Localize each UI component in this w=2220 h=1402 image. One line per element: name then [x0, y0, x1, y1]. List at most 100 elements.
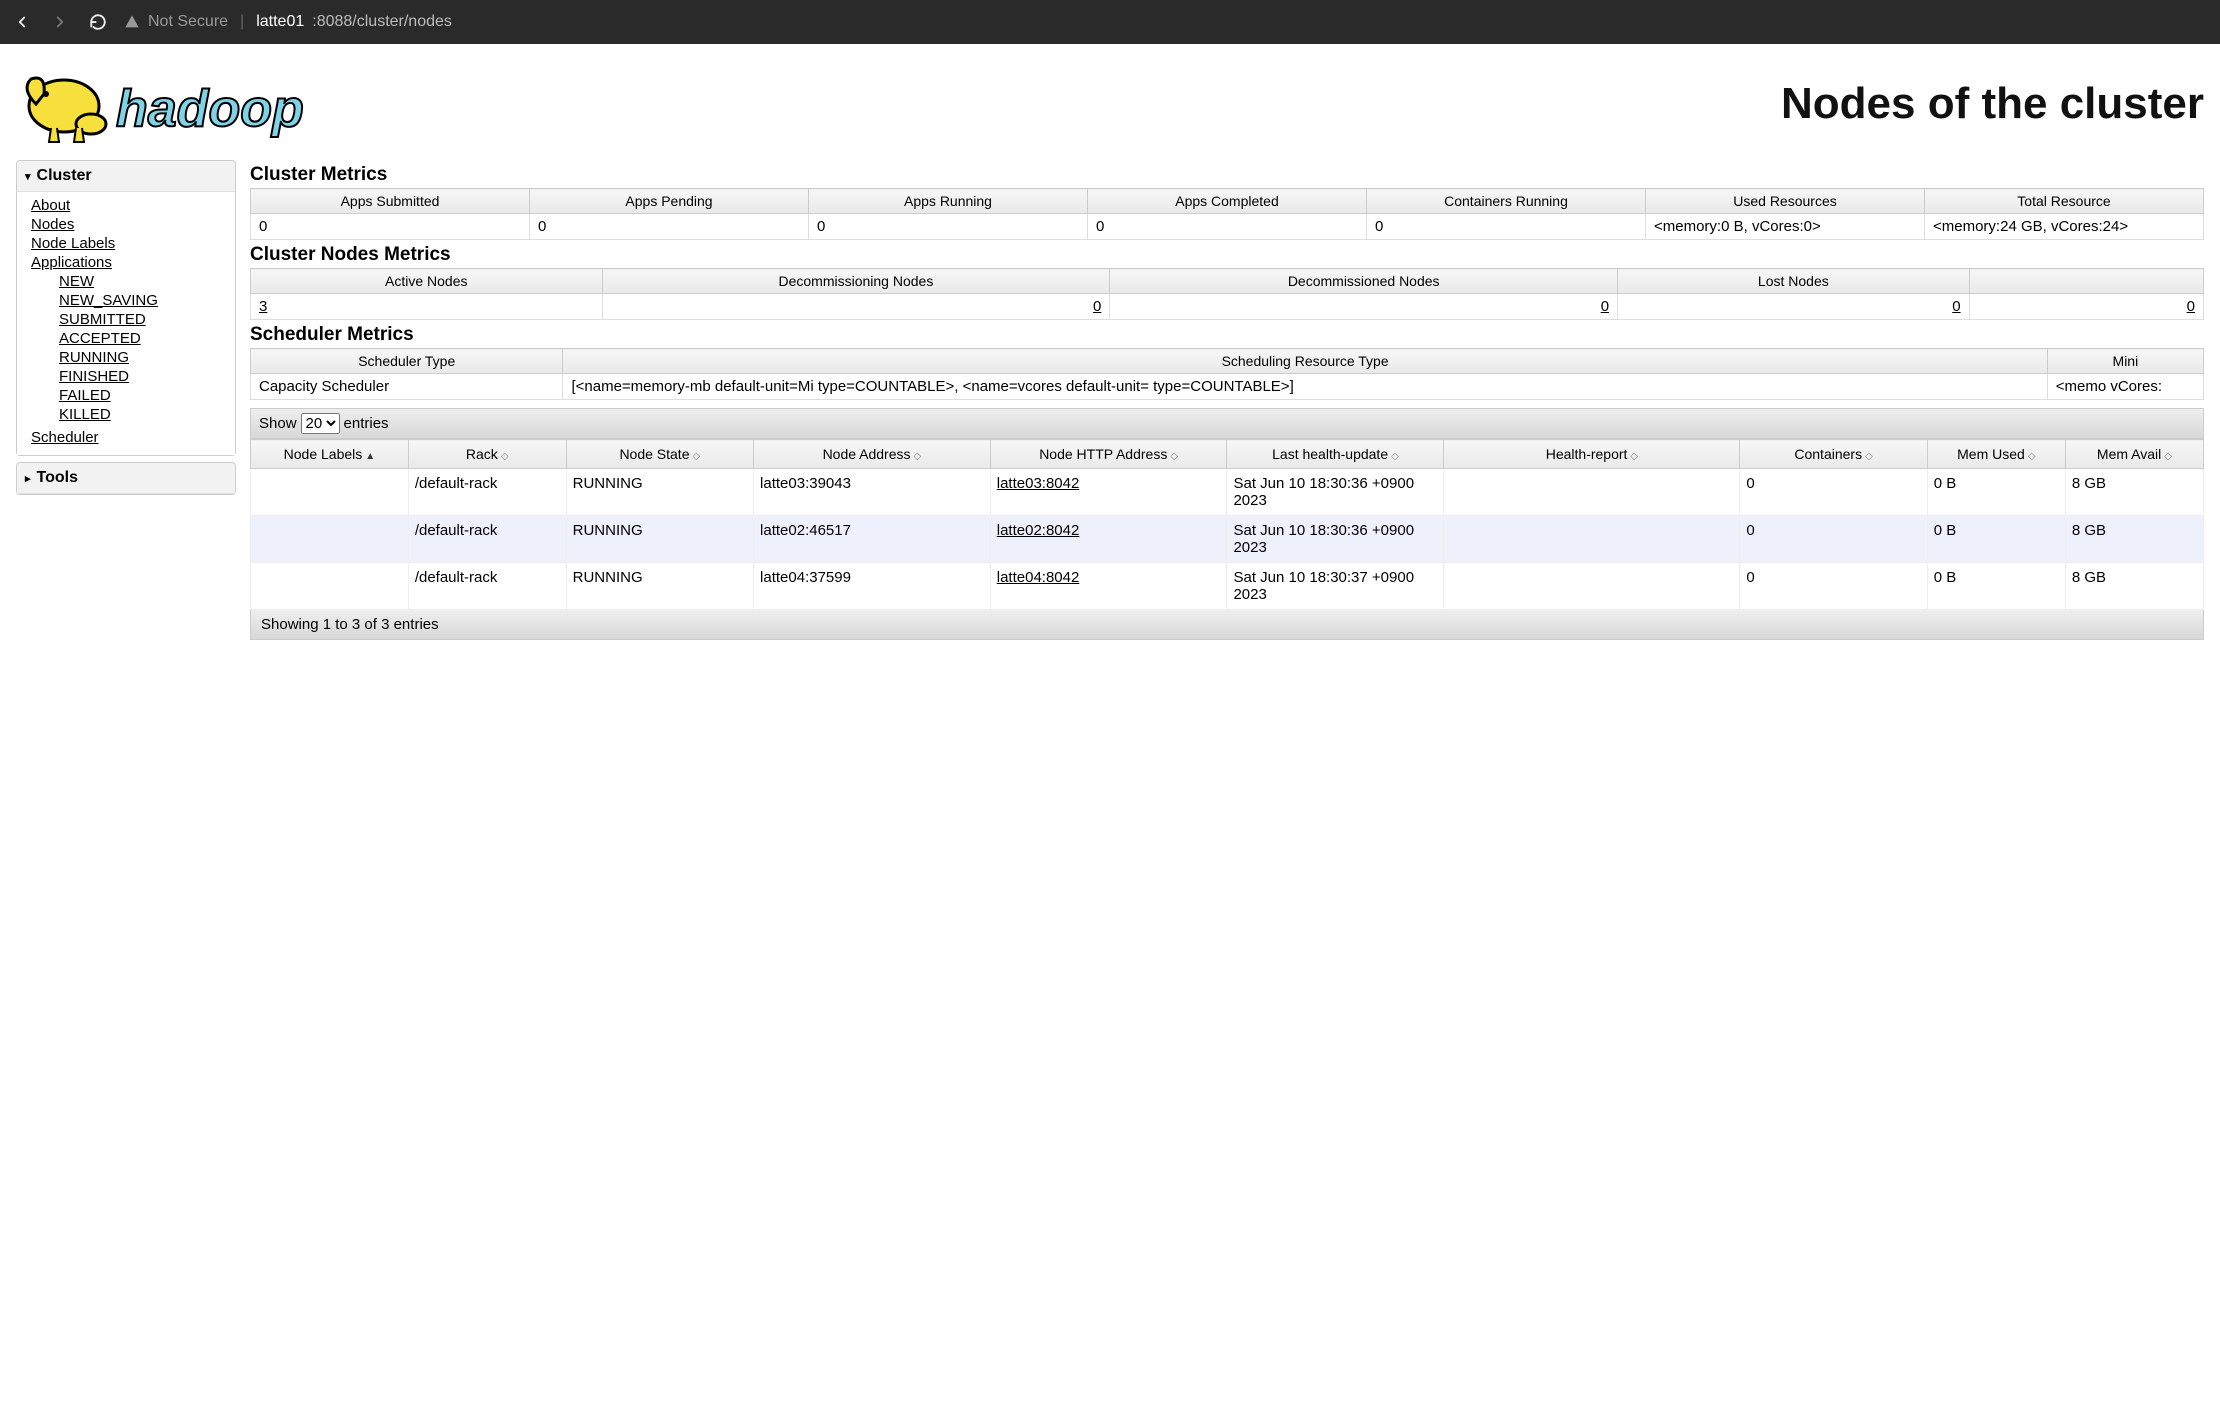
forward-button[interactable] [48, 10, 72, 34]
th-health-report[interactable]: Health-report◇ [1444, 440, 1740, 469]
caret-right-icon [25, 469, 31, 487]
table-row: /default-rackRUNNINGlatte02:46517latte02… [251, 516, 2204, 563]
blank-nodes-link[interactable]: 0 [2187, 298, 2195, 315]
sidebar-link-appstate[interactable]: KILLED [59, 405, 235, 424]
th-node-state[interactable]: Node State◇ [566, 440, 753, 469]
td-http: latte02:8042 [990, 516, 1227, 563]
td-mem-used: 0 B [1927, 563, 2065, 610]
back-button[interactable] [10, 10, 34, 34]
svg-text:hadoop: hadoop [116, 80, 304, 138]
decommissioning-link[interactable]: 0 [1093, 298, 1101, 315]
sidebar-link-appstate[interactable]: FAILED [59, 386, 235, 405]
active-nodes-link[interactable]: 3 [259, 298, 267, 315]
th-last-health[interactable]: Last health-update◇ [1227, 440, 1444, 469]
td-report [1444, 563, 1740, 610]
th-rack[interactable]: Rack◇ [408, 440, 566, 469]
reload-button[interactable] [86, 10, 110, 34]
lost-nodes-link[interactable]: 0 [1952, 298, 1960, 315]
browser-bar: Not Secure | latte01:8088/cluster/nodes [0, 0, 2220, 44]
address-bar[interactable]: Not Secure | latte01:8088/cluster/nodes [124, 13, 452, 31]
td: <memo vCores: [2047, 374, 2203, 400]
table-row: /default-rackRUNNINGlatte03:39043latte03… [251, 469, 2204, 516]
td-state: RUNNING [566, 516, 753, 563]
td: <memory:24 GB, vCores:24> [1925, 214, 2204, 240]
decommissioned-link[interactable]: 0 [1601, 298, 1609, 315]
page-title: Nodes of the cluster [1781, 79, 2204, 129]
sidebar-header-tools[interactable]: Tools [17, 463, 235, 494]
sort-icon: ◇ [1170, 451, 1178, 462]
th-node-labels[interactable]: Node Labels▲ [251, 440, 409, 469]
caret-down-icon [25, 167, 31, 185]
td-addr: latte02:46517 [754, 516, 991, 563]
datatable-length-bar: Show 20 entries [250, 408, 2204, 439]
th[interactable]: Mini [2047, 349, 2203, 374]
th[interactable] [1969, 269, 2203, 294]
datatable-info: Showing 1 to 3 of 3 entries [250, 610, 2204, 640]
sidebar-link-appstate[interactable]: RUNNING [59, 348, 235, 367]
td: <memory:0 B, vCores:0> [1646, 214, 1925, 240]
td-addr: latte04:37599 [754, 563, 991, 610]
sort-icon: ◇ [2028, 451, 2036, 462]
th[interactable]: Lost Nodes [1618, 269, 1970, 294]
entries-select[interactable]: 20 [301, 413, 340, 434]
sidebar-header-label: Cluster [37, 167, 92, 185]
sidebar-link-about[interactable]: About [31, 196, 235, 215]
separator: | [240, 13, 244, 31]
th[interactable]: Decommissioned Nodes [1110, 269, 1618, 294]
th[interactable]: Apps Running [809, 189, 1088, 214]
sort-icon: ◇ [1391, 451, 1399, 462]
node-http-link[interactable]: latte04:8042 [997, 569, 1080, 586]
td-mem-avail: 8 GB [2065, 563, 2203, 610]
th[interactable]: Scheduler Type [251, 349, 563, 374]
td: 0 [1110, 294, 1618, 320]
td: [<name=memory-mb default-unit=Mi type=CO… [563, 374, 2047, 400]
sort-icon: ◇ [693, 451, 701, 462]
sidebar-link-applications[interactable]: Applications [31, 253, 235, 272]
sidebar-link-appstate[interactable]: ACCEPTED [59, 329, 235, 348]
node-http-link[interactable]: latte02:8042 [997, 522, 1080, 539]
th[interactable]: Apps Pending [530, 189, 809, 214]
sidebar-link-scheduler[interactable]: Scheduler [31, 428, 235, 447]
td: 0 [809, 214, 1088, 240]
th-mem-used[interactable]: Mem Used◇ [1927, 440, 2065, 469]
th-http-address[interactable]: Node HTTP Address◇ [990, 440, 1227, 469]
cluster-nodes-metrics-table: Active Nodes Decommissioning Nodes Decom… [250, 268, 2204, 320]
td-state: RUNNING [566, 469, 753, 516]
sidebar-header-label: Tools [37, 469, 78, 487]
th-node-address[interactable]: Node Address◇ [754, 440, 991, 469]
td-http: latte03:8042 [990, 469, 1227, 516]
th[interactable]: Total Resource [1925, 189, 2204, 214]
th[interactable]: Apps Submitted [251, 189, 530, 214]
td: 3 [251, 294, 603, 320]
td-containers: 0 [1740, 516, 1927, 563]
not-secure-label: Not Secure [148, 13, 228, 31]
sidebar-link-appstate[interactable]: NEW_SAVING [59, 291, 235, 310]
th[interactable]: Decommissioning Nodes [602, 269, 1110, 294]
th[interactable]: Apps Completed [1088, 189, 1367, 214]
td-health: Sat Jun 10 18:30:36 +0900 2023 [1227, 469, 1444, 516]
sidebar-link-appstate[interactable]: SUBMITTED [59, 310, 235, 329]
sidebar-header-cluster[interactable]: Cluster [17, 161, 235, 192]
th[interactable]: Scheduling Resource Type [563, 349, 2047, 374]
sort-icon: ◇ [1630, 451, 1638, 462]
th[interactable]: Active Nodes [251, 269, 603, 294]
td-labels [251, 469, 409, 516]
main-content: Cluster Metrics Apps Submitted Apps Pend… [250, 160, 2204, 640]
nodes-table: Node Labels▲ Rack◇ Node State◇ Node Addr… [250, 439, 2204, 610]
td-labels [251, 563, 409, 610]
url-path: :8088/cluster/nodes [312, 13, 452, 31]
td-mem-used: 0 B [1927, 516, 2065, 563]
sidebar-link-node-labels[interactable]: Node Labels [31, 234, 235, 253]
th-containers[interactable]: Containers◇ [1740, 440, 1927, 469]
td: 0 [1088, 214, 1367, 240]
sidebar-link-nodes[interactable]: Nodes [31, 215, 235, 234]
sidebar-link-appstate[interactable]: NEW [59, 272, 235, 291]
th[interactable]: Used Resources [1646, 189, 1925, 214]
th[interactable]: Containers Running [1367, 189, 1646, 214]
td-state: RUNNING [566, 563, 753, 610]
section-header-cluster-nodes-metrics: Cluster Nodes Metrics [250, 244, 2204, 266]
node-http-link[interactable]: latte03:8042 [997, 475, 1080, 492]
sidebar-link-appstate[interactable]: FINISHED [59, 367, 235, 386]
hadoop-logo: hadoop [16, 54, 386, 154]
th-mem-avail[interactable]: Mem Avail◇ [2065, 440, 2203, 469]
